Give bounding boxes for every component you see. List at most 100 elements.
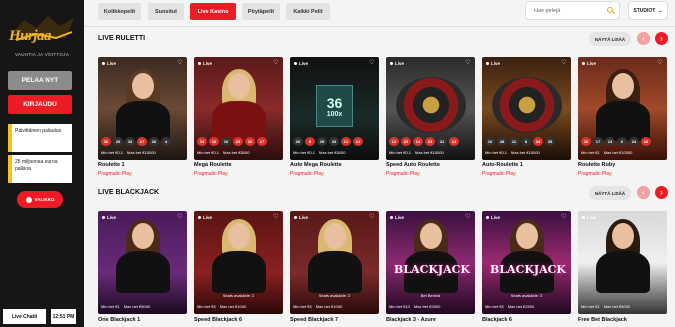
game-name[interactable]: Roulette Ruby <box>578 162 615 168</box>
login-button[interactable]: KIRJAUDU <box>8 95 72 114</box>
favorite-icon[interactable]: ♡ <box>177 214 183 220</box>
game-name[interactable]: Roulette 1 <box>98 162 125 168</box>
game-name[interactable]: Free Bet Blackjack <box>578 317 627 323</box>
game-provider: Pragmatic Play <box>194 171 228 177</box>
game-card[interactable]: Live ♡ 12 25 14 23 31 14 Min bet €0.1 Max bet €10… <box>386 57 475 160</box>
min-bet: Min bet €0.1 <box>197 150 220 155</box>
recent-results: 10 28 11 8 34 35 <box>485 137 555 146</box>
result-number: 14 <box>353 137 363 146</box>
game-card[interactable]: Live ♡ Seats available: 2 Min bet €5 Max bet… <box>194 211 283 314</box>
favorite-icon[interactable]: ♡ <box>273 60 279 66</box>
game-name[interactable]: Mega Roulette <box>194 162 232 168</box>
bet-limits: Min bet €1 Max bet €5000 <box>101 304 150 309</box>
live-badge: Live <box>486 215 500 220</box>
favorite-icon[interactable]: ♡ <box>561 60 567 66</box>
show-more-roulette-button[interactable]: NÄYTÄ LISÄÄ <box>589 32 631 46</box>
dealer-head <box>612 73 634 99</box>
clock: 12:51 PM <box>51 309 76 324</box>
game-card[interactable]: Live ♡ 10 28 11 8 34 35 Min bet €0.1 Max bet €100… <box>482 57 571 160</box>
carousel-next-icon[interactable]: › <box>655 32 668 45</box>
favorite-icon[interactable]: ♡ <box>465 214 471 220</box>
live-dot-icon <box>294 216 297 219</box>
game-name[interactable]: Speed Blackjack 7 <box>290 317 338 323</box>
favorite-icon[interactable]: ♡ <box>177 60 183 66</box>
seats-info: Seats available: 2 <box>318 293 351 298</box>
result-number: 16 <box>209 137 219 146</box>
min-bet: Min bet €5 <box>485 304 504 309</box>
min-bet: Min bet €5 <box>293 304 312 309</box>
tab-all-games[interactable]: Kaikki Pelit <box>286 3 330 20</box>
favorite-icon[interactable]: ♡ <box>657 60 663 66</box>
result-number: 23 <box>425 137 435 146</box>
game-card[interactable]: Live ♡ 34 16 10 25 36 27 Min bet €0.1 Max bet €50… <box>194 57 283 160</box>
result-number: 28 <box>497 137 507 146</box>
min-bet: Min bet €0.1 <box>101 150 124 155</box>
studios-dropdown[interactable]: STUDIOT ⌄ <box>628 1 668 20</box>
tab-popular[interactable]: Suositut <box>148 3 184 20</box>
carousel-prev-icon[interactable]: ‹ <box>637 186 650 199</box>
brand-logo[interactable]: Hurjaa <box>6 8 78 52</box>
result-number: 20 <box>113 137 123 146</box>
game-name[interactable]: One Blackjack 1 <box>98 317 140 323</box>
game-name[interactable]: Speed Blackjack 6 <box>194 317 242 323</box>
dealer-body <box>596 101 650 141</box>
carousel-prev-icon[interactable]: ‹ <box>637 32 650 45</box>
result-number: 34 <box>197 137 207 146</box>
result-number: 11 <box>509 137 519 146</box>
search-input[interactable]: Hae pelejä <box>525 1 620 20</box>
live-label: Live <box>395 215 405 220</box>
game-name[interactable]: Auto Mega Roulette <box>290 162 342 168</box>
max-bet: Max bet €2500 <box>507 304 535 309</box>
live-label: Live <box>587 61 597 66</box>
section-title-roulette: LIVE RULETTI <box>98 35 146 42</box>
max-bet: Max bet €1000 <box>315 304 343 309</box>
min-bet: Min bet €0.1 <box>293 150 316 155</box>
live-chat-button[interactable]: Live Chatti <box>3 309 46 324</box>
recent-results: 32 20 33 27 26 4 <box>101 137 171 146</box>
favorite-icon[interactable]: ♡ <box>657 214 663 220</box>
game-name[interactable]: Blackjack 3 - Azure <box>386 317 436 323</box>
game-card[interactable]: 36 100x Live ♡ 26 5 29 33 21 14 Min bet €0.1 Max be… <box>290 57 379 160</box>
tab-table-games[interactable]: Pöytäpelit <box>242 3 280 20</box>
blackjack-banner: BLACKJACK <box>394 263 470 276</box>
favorite-icon[interactable]: ♡ <box>273 214 279 220</box>
play-now-button[interactable]: PELAA NYT <box>8 71 72 90</box>
game-name[interactable]: Blackjack 6 <box>482 317 512 323</box>
favorite-icon[interactable]: ♡ <box>369 214 375 220</box>
result-number: 35 <box>545 137 555 146</box>
game-card[interactable]: Live ♡ Min bet €1 Max bet €5000 <box>578 211 667 314</box>
top-bar: Kolikkopelit Suositut Live Kasino Pöytäp… <box>84 0 675 26</box>
flag-icon <box>25 196 32 203</box>
game-card[interactable]: BLACKJACK Live ♡ Seats available: 3 Min bet … <box>482 211 571 314</box>
favorite-icon[interactable]: ♡ <box>561 214 567 220</box>
bet-limits: Min bet €0.1 Max bet €10000 <box>485 150 540 155</box>
carousel-next-icon[interactable]: › <box>655 186 668 199</box>
game-card[interactable]: BLACKJACK Live ♡ Bet Behind Min bet €10 Max b… <box>386 211 475 314</box>
game-provider: Pragmatic Play <box>386 171 420 177</box>
tab-slots[interactable]: Kolikkopelit <box>98 3 141 20</box>
live-dot-icon <box>198 62 201 65</box>
min-bet: Min bet €1 <box>101 304 120 309</box>
result-number: 25 <box>401 137 411 146</box>
game-name[interactable]: Auto-Roulette 1 <box>482 162 523 168</box>
live-badge: Live <box>390 61 404 66</box>
seats-info: Bet Behind <box>420 293 441 298</box>
favorite-icon[interactable]: ♡ <box>369 60 375 66</box>
result-number: 34 <box>533 137 543 146</box>
promo-rewards[interactable]: 25 miljoonaa euroa palkioa <box>8 155 72 183</box>
menu-button[interactable]: VALIKKO <box>17 191 63 208</box>
game-card[interactable]: Live ♡ 32 17 13 6 24 16 Min bet €1 Max bet €10000 <box>578 57 667 160</box>
max-bet: Max bet €10000 <box>415 150 444 155</box>
game-card[interactable]: Live ♡ 32 20 33 27 26 4 Min bet €0.1 Max bet €100… <box>98 57 187 160</box>
result-number: 32 <box>581 137 591 146</box>
favorite-icon[interactable]: ♡ <box>465 60 471 66</box>
game-card[interactable]: Live ♡ Min bet €1 Max bet €5000 <box>98 211 187 314</box>
tab-live-casino[interactable]: Live Kasino <box>190 3 236 20</box>
promo-daily-cashback[interactable]: Päivittäinen palautus <box>8 124 72 152</box>
search-icon[interactable] <box>607 7 613 13</box>
game-card[interactable]: Live ♡ Seats available: 2 Min bet €5 Max bet… <box>290 211 379 314</box>
game-name[interactable]: Speed Auto Roulette <box>386 162 440 168</box>
result-number: 12 <box>389 137 399 146</box>
show-more-blackjack-button[interactable]: NÄYTÄ LISÄÄ <box>589 186 631 200</box>
live-dot-icon <box>486 216 489 219</box>
